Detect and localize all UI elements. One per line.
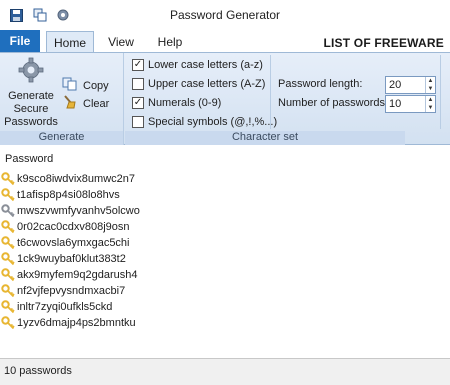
- generate-label-line1: Generate: [8, 90, 54, 102]
- lowercase-checkbox[interactable]: ✓ Lower case letters (a-z): [132, 57, 263, 73]
- settings-divider: [440, 55, 441, 129]
- password-text: t6cwovsla6ymxgac5chi: [17, 237, 130, 249]
- key-icon: [1, 284, 15, 298]
- brand-label: LIST OF FREEWARE: [323, 36, 444, 50]
- password-text: t1afisp8p4si08lo8hvs: [17, 189, 120, 201]
- password-length-label: Password length:: [278, 78, 363, 90]
- lowercase-checkbox-box: ✓: [132, 59, 144, 71]
- numerals-checkbox[interactable]: ✓ Numerals (0-9): [132, 95, 221, 111]
- copy-icon: [62, 77, 78, 94]
- uppercase-checkbox[interactable]: Upper case letters (A-Z): [132, 76, 265, 92]
- ribbon-panel: Generate Secure Passwords Copy Clear Gen…: [0, 52, 450, 145]
- symbols-label: Special symbols (@,!,%...): [148, 116, 278, 128]
- lowercase-label: Lower case letters (a-z): [148, 59, 263, 71]
- count-up-arrow-icon[interactable]: ▲: [426, 96, 435, 104]
- file-menu-button[interactable]: File: [0, 30, 40, 52]
- password-row[interactable]: mwszvwmfyvanhv5olcwo: [1, 203, 140, 219]
- tab-home[interactable]: Home: [46, 31, 94, 53]
- password-text: nf2vjfepvysndmxacbi7: [17, 285, 126, 297]
- tab-view[interactable]: View: [102, 31, 140, 53]
- password-row[interactable]: nf2vjfepvysndmxacbi7: [1, 283, 125, 299]
- password-row[interactable]: t6cwovsla6ymxgac5chi: [1, 235, 130, 251]
- title-bar: Password Generator: [0, 0, 450, 30]
- key-icon: [1, 252, 15, 266]
- number-of-passwords-stepper[interactable]: 10 ▲ ▼: [385, 95, 436, 113]
- clear-label: Clear: [83, 97, 110, 110]
- status-text: 10 passwords: [4, 365, 72, 377]
- number-of-passwords-value: 10: [389, 98, 402, 110]
- password-row[interactable]: inltr7zyqi0ufkls5ckd: [1, 299, 112, 315]
- key-icon: [1, 172, 15, 186]
- password-text: akx9myfem9q2gdarush4: [17, 269, 138, 281]
- numerals-checkbox-box: ✓: [132, 97, 144, 109]
- uppercase-label: Upper case letters (A-Z): [148, 78, 266, 90]
- password-length-stepper[interactable]: 20 ▲ ▼: [385, 76, 436, 94]
- password-row[interactable]: 0r02cac0cdxv808j9osn: [1, 219, 130, 235]
- charset-group: ✓ Lower case letters (a-z) Upper case le…: [125, 53, 450, 145]
- key-icon: [1, 236, 15, 250]
- clear-button[interactable]: Clear: [62, 95, 109, 112]
- gear-icon: [18, 57, 44, 87]
- password-row[interactable]: 1yzv6dmajp4ps2bmntku: [1, 315, 136, 331]
- key-icon: [1, 204, 15, 218]
- count-down-arrow-icon[interactable]: ▼: [426, 104, 435, 112]
- status-bar: 10 passwords: [0, 358, 450, 385]
- generate-label-line3: Passwords: [4, 116, 58, 128]
- key-icon: [1, 300, 15, 314]
- broom-icon: [62, 95, 78, 112]
- key-icon: [1, 316, 15, 330]
- password-text: k9sco8iwdvix8umwc2n7: [17, 173, 135, 185]
- password-text: mwszvwmfyvanhv5olcwo: [17, 205, 140, 217]
- uppercase-checkbox-box: [132, 78, 144, 90]
- password-length-value: 20: [389, 79, 402, 91]
- copy-label: Copy: [83, 79, 109, 92]
- password-text: 0r02cac0cdxv808j9osn: [17, 221, 130, 233]
- password-text: 1yzv6dmajp4ps2bmntku: [17, 317, 136, 329]
- symbols-checkbox-box: [132, 116, 144, 128]
- key-icon: [1, 188, 15, 202]
- symbols-checkbox[interactable]: Special symbols (@,!,%...): [132, 114, 277, 130]
- charset-group-label: Character set: [125, 131, 405, 145]
- generate-group: Generate Secure Passwords Copy Clear Gen…: [0, 53, 124, 145]
- window-title: Password Generator: [169, 8, 281, 22]
- password-row[interactable]: akx9myfem9q2gdarush4: [1, 267, 137, 283]
- generate-passwords-button[interactable]: Generate Secure Passwords: [4, 57, 58, 129]
- length-down-arrow-icon[interactable]: ▼: [426, 85, 435, 93]
- numerals-label: Numerals (0-9): [148, 97, 222, 109]
- password-text: 1ck9wuybaf0klut383t2: [17, 253, 126, 265]
- password-row[interactable]: 1ck9wuybaf0klut383t2: [1, 251, 126, 267]
- generate-group-label: Generate: [0, 131, 123, 145]
- key-icon: [1, 220, 15, 234]
- generate-label-line2: Secure: [13, 103, 49, 115]
- number-of-passwords-label: Number of passwords:: [278, 97, 389, 109]
- tab-help[interactable]: Help: [150, 31, 190, 53]
- charset-divider: [270, 55, 271, 129]
- password-text: inltr7zyqi0ufkls5ckd: [17, 301, 113, 313]
- copy-button[interactable]: Copy: [62, 77, 109, 94]
- password-column-header[interactable]: Password: [5, 153, 53, 165]
- password-row[interactable]: t1afisp8p4si08lo8hvs: [1, 187, 120, 203]
- length-up-arrow-icon[interactable]: ▲: [426, 77, 435, 85]
- password-row[interactable]: k9sco8iwdvix8umwc2n7: [1, 171, 135, 187]
- key-icon: [1, 268, 15, 282]
